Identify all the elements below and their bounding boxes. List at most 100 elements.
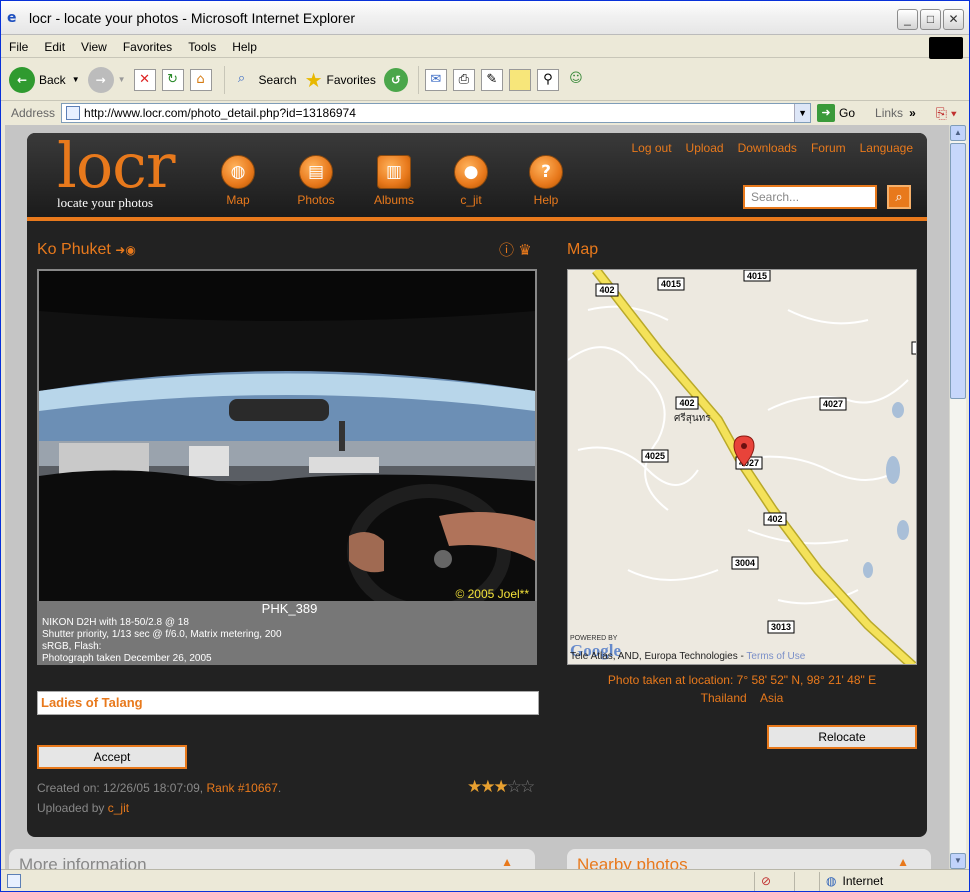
search-icon: ⌕ (895, 189, 903, 204)
road-label: 4027 (823, 399, 843, 409)
locr-logo[interactable]: locr (57, 133, 176, 199)
research-icon[interactable]: ⚲ (536, 68, 559, 91)
upload-link[interactable]: Upload (686, 141, 724, 155)
links-label[interactable]: Links (875, 106, 903, 120)
close-button[interactable]: ✕ (943, 9, 964, 30)
address-input[interactable]: http://www.locr.com/photo_detail.php?id=… (61, 103, 812, 123)
photo-caption: PHK_389 NIKON D2H with 18-50/2.8 @ 18 Sh… (37, 601, 537, 665)
road-label: 402 (767, 514, 782, 524)
photos-icon: ▤ (299, 155, 333, 189)
site-search-button[interactable]: ⌕ (887, 185, 911, 209)
nav-user[interactable]: ● c_jit (441, 155, 501, 207)
search-icon: ⌕ (237, 70, 246, 86)
nav-albums[interactable]: ▥ Albums (364, 155, 424, 207)
photo-filename: PHK_389 (261, 601, 318, 616)
nav-photos[interactable]: ▤ Photos (286, 155, 346, 207)
back-arrow-icon: ← (9, 66, 35, 93)
address-label: Address (11, 106, 56, 120)
photo-copyright: © 2005 Joel** (455, 587, 529, 601)
search-button[interactable]: ⌕ Search (231, 69, 297, 91)
created-info: Created on: 12/26/05 18:07:09, Rank #106… (37, 781, 282, 795)
scroll-up-arrow[interactable]: ▲ (950, 125, 966, 141)
rating-filled: ★★★ (467, 777, 509, 797)
more-information-panel: More information ▲ (9, 849, 535, 869)
toolbar-separator (417, 65, 419, 94)
favorites-button[interactable]: ★ Favorites (305, 68, 376, 92)
acrobat-icon[interactable]: ⎘ ▾ (936, 105, 957, 122)
terms-link[interactable]: Terms of Use (746, 651, 805, 662)
menu-file[interactable]: File (1, 40, 36, 54)
accept-button[interactable]: Accept (37, 745, 187, 769)
menu-help[interactable]: Help (224, 40, 265, 54)
mail-icon[interactable]: ✉ (424, 68, 447, 91)
nearby-photos-panel: Nearby photos ▲ (567, 849, 931, 869)
address-bar: Address http://www.locr.com/photo_detail… (1, 102, 969, 124)
refresh-icon[interactable]: ↻ (161, 68, 184, 91)
collapse-icon[interactable]: ▲ (897, 855, 909, 869)
uploader-link[interactable]: c_jit (108, 801, 129, 815)
home-icon[interactable]: ⌂ (189, 68, 212, 91)
logo-tagline: locate your photos (57, 195, 154, 210)
map-view[interactable]: 4015 402 4015 402 4027 4025 4027 402 300… (567, 269, 917, 665)
relocate-button[interactable]: Relocate (767, 725, 917, 749)
menu-tools[interactable]: Tools (180, 40, 224, 54)
minimize-button[interactable]: _ (897, 9, 918, 30)
goto-location-icon[interactable]: ➜◉ (115, 243, 136, 257)
title-bar: e locr - locate your photos - Microsoft … (1, 1, 969, 35)
logout-link[interactable]: Log out (631, 141, 671, 155)
trophy-icon[interactable]: ♛ (518, 242, 531, 259)
menu-view[interactable]: View (73, 40, 115, 54)
scroll-down-arrow[interactable]: ▼ (950, 853, 966, 869)
report-icon[interactable]: ⓘ (499, 242, 514, 259)
photo-location-coords: Photo taken at location: 7° 58' 52" N, 9… (607, 673, 877, 687)
location-title-text[interactable]: Ko Phuket (37, 241, 111, 258)
internet-globe-icon: ◍ (826, 874, 837, 888)
nav-map[interactable]: ◍ Map (208, 155, 268, 207)
road-label: 402 (599, 285, 614, 295)
status-cell (794, 871, 819, 891)
menu-edit[interactable]: Edit (36, 40, 73, 54)
road-label: 3004 (735, 558, 755, 568)
stop-icon[interactable]: ✕ (133, 68, 156, 91)
language-link[interactable]: Language (860, 141, 913, 155)
globe-icon: ◍ (221, 155, 255, 189)
continent-link[interactable]: Asia (760, 691, 783, 705)
history-icon[interactable]: ↺ (383, 67, 408, 92)
collapse-icon[interactable]: ▲ (501, 855, 513, 869)
nav-help[interactable]: ? Help (516, 155, 576, 207)
address-dropdown[interactable]: ▼ (794, 104, 811, 122)
status-bar: ⊘ ◍ Internet (1, 869, 969, 892)
vertical-scrollbar[interactable]: ▲ ▼ (949, 125, 966, 869)
photo-title-input[interactable]: Ladies of Talang (37, 691, 539, 715)
windows-logo-icon (929, 37, 963, 59)
go-arrow-icon: ➜ (817, 104, 836, 122)
downloads-link[interactable]: Downloads (738, 141, 797, 155)
site-search-input[interactable]: Search... (743, 185, 877, 209)
maximize-button[interactable]: □ (920, 9, 941, 30)
go-button[interactable]: ➜ Go (817, 104, 855, 122)
window-title: locr - locate your photos - Microsoft In… (29, 9, 356, 26)
star-icon: ★ (304, 67, 323, 92)
forward-button[interactable]: → ▼ (87, 66, 126, 93)
help-icon: ? (529, 155, 563, 189)
photo-actions: ⓘ ♛ (499, 239, 532, 260)
messenger-icon[interactable]: ☺ (565, 69, 587, 91)
road-label: 4025 (645, 451, 665, 461)
popup-blocked-icon[interactable]: ⊘ (754, 871, 794, 891)
notes-icon[interactable] (508, 68, 531, 91)
edit-icon[interactable]: ✎ (480, 68, 503, 91)
menu-favorites[interactable]: Favorites (115, 40, 180, 54)
created-label: Created on: 12/26/05 18:07:09, (37, 781, 204, 795)
attribution-text: Tele Atlas, AND, Europa Technologies - (570, 651, 744, 662)
rank-link[interactable]: Rank #10667 (206, 781, 277, 795)
rating-stars[interactable]: ★★★☆☆ (467, 777, 535, 797)
forum-link[interactable]: Forum (811, 141, 846, 155)
place-label: ศรีสุนทร (674, 412, 711, 424)
nearby-photos-title: Nearby photos (577, 855, 688, 869)
back-button[interactable]: ← Back ▼ (9, 66, 80, 93)
top-links: Log out Upload Downloads Forum Language (617, 141, 913, 155)
country-link[interactable]: Thailand (701, 691, 747, 705)
print-icon[interactable]: ⎙ (452, 68, 475, 91)
scroll-thumb[interactable] (950, 143, 966, 399)
toolbar: ← Back ▼ → ▼ ✕ ↻ ⌂ ⌕ Search ★ Favorites ↺ ✉ ⎙… (1, 59, 969, 101)
